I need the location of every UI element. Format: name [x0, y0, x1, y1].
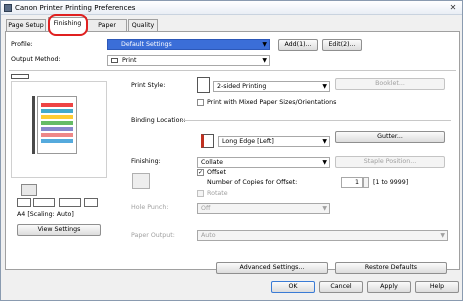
- help-button[interactable]: Help: [415, 281, 459, 293]
- paper-stack-icon: [17, 198, 31, 207]
- separator: [9, 70, 456, 71]
- finishing-value: Collate: [201, 159, 223, 166]
- profile-label: Profile:: [11, 41, 33, 48]
- two-sided-icon: [197, 77, 210, 93]
- staple-position-button[interactable]: Staple Position...: [335, 156, 445, 168]
- restore-defaults-button[interactable]: Restore Defaults: [335, 262, 447, 274]
- edit-profile-button[interactable]: Edit(2)...: [322, 39, 362, 51]
- window-title: Canon Printer Printing Preferences: [15, 4, 136, 12]
- offset-copies-label: Number of Copies for Offset:: [207, 179, 298, 186]
- layout-icon: [11, 74, 29, 79]
- finishing-label: Finishing:: [131, 158, 161, 165]
- rotate-checkbox[interactable]: [197, 190, 204, 197]
- paper-output-dropdown[interactable]: Auto ▼: [197, 230, 448, 241]
- offset-checkbox[interactable]: ✓: [197, 169, 204, 176]
- printer-icon: [4, 4, 12, 12]
- binding-location-label: Binding Location:: [131, 117, 186, 124]
- separator: [181, 120, 451, 121]
- tab-quality[interactable]: Quality: [128, 19, 158, 31]
- page-preview-image: [37, 96, 77, 154]
- output-method-dropdown[interactable]: Print ▼: [107, 55, 270, 66]
- offset-copies-range: [1 to 9999]: [373, 179, 409, 186]
- mixed-paper-checkbox[interactable]: [197, 99, 204, 106]
- chevron-down-icon: ▼: [322, 138, 327, 145]
- hole-punch-dropdown[interactable]: Off ▼: [197, 203, 330, 214]
- hole-punch-value: Off: [201, 205, 211, 212]
- page-preview: [11, 81, 107, 178]
- profile-value: Default Settings: [121, 41, 172, 48]
- duplex-icon: [59, 198, 81, 207]
- binding-location-value: Long Edge [Left]: [222, 138, 274, 145]
- profile-dropdown[interactable]: Default Settings ▼: [107, 39, 270, 50]
- offset-copies-input[interactable]: 1: [341, 177, 363, 188]
- output-tray-icon: [84, 198, 98, 207]
- booklet-icon: [33, 198, 55, 207]
- print-icon: [111, 57, 118, 63]
- mixed-paper-label: Print with Mixed Paper Sizes/Orientation…: [207, 99, 337, 106]
- booklet-button[interactable]: Booklet...: [335, 78, 445, 90]
- offset-label: Offset: [207, 169, 226, 176]
- chevron-down-icon: ▼: [322, 159, 327, 166]
- rotate-label: Rotate: [207, 190, 228, 197]
- binding-left-icon: [201, 134, 214, 148]
- gutter-button[interactable]: Gutter...: [335, 131, 445, 143]
- binding-edge-indicator: [32, 96, 35, 154]
- finishing-dropdown[interactable]: Collate ▼: [197, 157, 330, 168]
- offset-stack-icon: [132, 173, 150, 189]
- paper-output-label: Paper Output:: [131, 232, 175, 239]
- hole-punch-label: Hole Punch:: [131, 204, 169, 211]
- view-settings-button[interactable]: View Settings: [17, 224, 101, 236]
- add-profile-button[interactable]: Add(1)...: [278, 39, 318, 51]
- paper-output-value: Auto: [201, 232, 216, 239]
- chevron-down-icon: ▼: [322, 205, 327, 212]
- ok-button[interactable]: OK: [271, 281, 315, 293]
- print-style-value: 2-sided Printing: [217, 83, 267, 90]
- title-bar: Canon Printer Printing Preferences ✕: [1, 1, 462, 15]
- binding-location-dropdown[interactable]: Long Edge [Left] ▼: [218, 136, 330, 147]
- chevron-down-icon: ▼: [262, 57, 267, 64]
- close-icon[interactable]: ✕: [447, 2, 459, 13]
- tab-page-setup[interactable]: Page Setup: [6, 19, 46, 31]
- output-method-label: Output Method:: [11, 56, 61, 63]
- preview-caption: A4 [Scaling: Auto]: [17, 211, 74, 218]
- tab-highlight-annotation: [48, 14, 88, 36]
- chevron-down-icon: ▼: [262, 41, 267, 48]
- chevron-down-icon: ▼: [322, 83, 327, 90]
- finisher-icon: [21, 184, 37, 196]
- apply-button[interactable]: Apply: [367, 281, 411, 293]
- cancel-button[interactable]: Cancel: [319, 281, 363, 293]
- offset-copies-stepper[interactable]: [363, 177, 369, 188]
- print-style-dropdown[interactable]: 2-sided Printing ▼: [213, 81, 330, 92]
- output-method-value: Print: [122, 57, 137, 64]
- advanced-settings-button[interactable]: Advanced Settings...: [216, 262, 328, 274]
- tab-paper-source[interactable]: Paper Source: [87, 19, 127, 40]
- print-style-label: Print Style:: [131, 82, 166, 89]
- printing-preferences-window: Canon Printer Printing Preferences ✕ Pag…: [0, 0, 463, 301]
- chevron-down-icon: ▼: [440, 232, 445, 239]
